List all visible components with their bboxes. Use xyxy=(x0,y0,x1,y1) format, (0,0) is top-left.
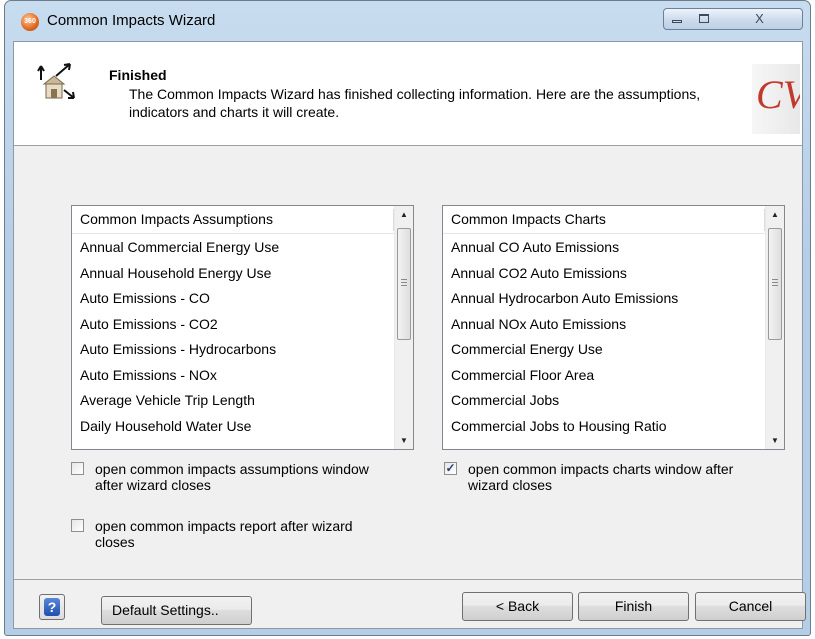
open-report-label[interactable]: open common impacts report after wizard … xyxy=(95,518,365,550)
list-item[interactable]: Annual Hydrocarbon Auto Emissions xyxy=(443,286,765,312)
back-button[interactable]: < Back xyxy=(462,592,573,621)
charts-list-header[interactable]: Common Impacts Charts xyxy=(443,206,765,234)
assumptions-list-header[interactable]: Common Impacts Assumptions xyxy=(72,206,394,234)
grip-icon xyxy=(401,279,407,288)
finish-button[interactable]: Finish xyxy=(578,592,689,621)
list-item[interactable]: Daily Household Water Use xyxy=(72,414,394,440)
help-button[interactable]: ? xyxy=(39,594,65,620)
open-charts-label[interactable]: open common impacts charts window after … xyxy=(468,461,763,493)
open-assumptions-label[interactable]: open common impacts assumptions window a… xyxy=(95,461,385,493)
dialog-content: Finished The Common Impacts Wizard has f… xyxy=(13,41,810,629)
charts-items: Annual CO Auto Emissions Annual CO2 Auto… xyxy=(443,235,765,439)
assumptions-items: Annual Commercial Energy Use Annual Hous… xyxy=(72,235,394,439)
minimize-icon xyxy=(672,20,682,23)
open-assumptions-checkbox[interactable] xyxy=(71,462,84,475)
list-item[interactable]: Annual Commercial Energy Use xyxy=(72,235,394,261)
header-title: Finished xyxy=(109,67,167,83)
wizard-header: Finished The Common Impacts Wizard has f… xyxy=(14,42,810,146)
list-item[interactable]: Auto Emissions - CO xyxy=(72,286,394,312)
grip-icon xyxy=(772,279,778,288)
maximize-button[interactable] xyxy=(690,8,718,30)
open-report-checkbox[interactable] xyxy=(71,519,84,532)
list-item[interactable]: Annual CO2 Auto Emissions xyxy=(443,261,765,287)
wizard-window: 360 Common Impacts Wizard X Finished The… xyxy=(4,0,811,636)
footer-divider xyxy=(14,579,802,580)
scroll-up-icon[interactable]: ▲ xyxy=(395,206,413,223)
app-logo-icon: 360 xyxy=(21,13,39,31)
charts-header-label: Common Impacts Charts xyxy=(451,211,606,227)
scroll-down-icon[interactable]: ▼ xyxy=(395,432,413,449)
maximize-icon xyxy=(698,14,709,23)
cv-logo-icon: CV xyxy=(756,72,810,117)
list-item[interactable]: Commercial Jobs to Housing Ratio xyxy=(443,414,765,440)
assumptions-header-label: Common Impacts Assumptions xyxy=(80,211,273,227)
help-icon: ? xyxy=(44,598,60,616)
charts-listbox[interactable]: Common Impacts Charts Annual CO Auto Emi… xyxy=(442,205,785,450)
list-item[interactable]: Commercial Floor Area xyxy=(443,363,765,389)
list-item[interactable]: Auto Emissions - Hydrocarbons xyxy=(72,337,394,363)
assumptions-listbox[interactable]: Common Impacts Assumptions Annual Commer… xyxy=(71,205,414,450)
scroll-up-icon[interactable]: ▲ xyxy=(766,206,784,223)
scroll-thumb[interactable] xyxy=(768,228,782,340)
close-icon: X xyxy=(755,11,764,26)
brand-logo: CV xyxy=(752,64,810,134)
assumptions-scrollbar[interactable]: ▲ ▼ xyxy=(394,206,413,449)
header-description: The Common Impacts Wizard has finished c… xyxy=(129,86,701,120)
wizard-arrows-icon xyxy=(37,63,75,99)
window-title: Common Impacts Wizard xyxy=(47,12,216,29)
charts-scrollbar[interactable]: ▲ ▼ xyxy=(765,206,784,449)
list-item[interactable]: Annual NOx Auto Emissions xyxy=(443,312,765,338)
list-item[interactable]: Commercial Energy Use xyxy=(443,337,765,363)
cancel-button[interactable]: Cancel xyxy=(695,592,806,621)
list-item[interactable]: Annual Household Energy Use xyxy=(72,261,394,287)
scroll-down-icon[interactable]: ▼ xyxy=(766,432,784,449)
scroll-thumb[interactable] xyxy=(397,228,411,340)
list-item[interactable]: Annual CO Auto Emissions xyxy=(443,235,765,261)
close-button[interactable]: X xyxy=(717,8,803,30)
list-item[interactable]: Commercial Jobs xyxy=(443,388,765,414)
list-item[interactable]: Auto Emissions - NOx xyxy=(72,363,394,389)
list-item[interactable]: Auto Emissions - CO2 xyxy=(72,312,394,338)
minimize-button[interactable] xyxy=(663,8,691,30)
list-item[interactable]: Average Vehicle Trip Length xyxy=(72,388,394,414)
title-bar[interactable]: 360 Common Impacts Wizard X xyxy=(5,1,810,41)
open-charts-checkbox[interactable]: ✓ xyxy=(444,462,457,475)
svg-text:CV: CV xyxy=(756,72,800,117)
default-settings-button[interactable]: Default Settings.. xyxy=(101,596,252,625)
